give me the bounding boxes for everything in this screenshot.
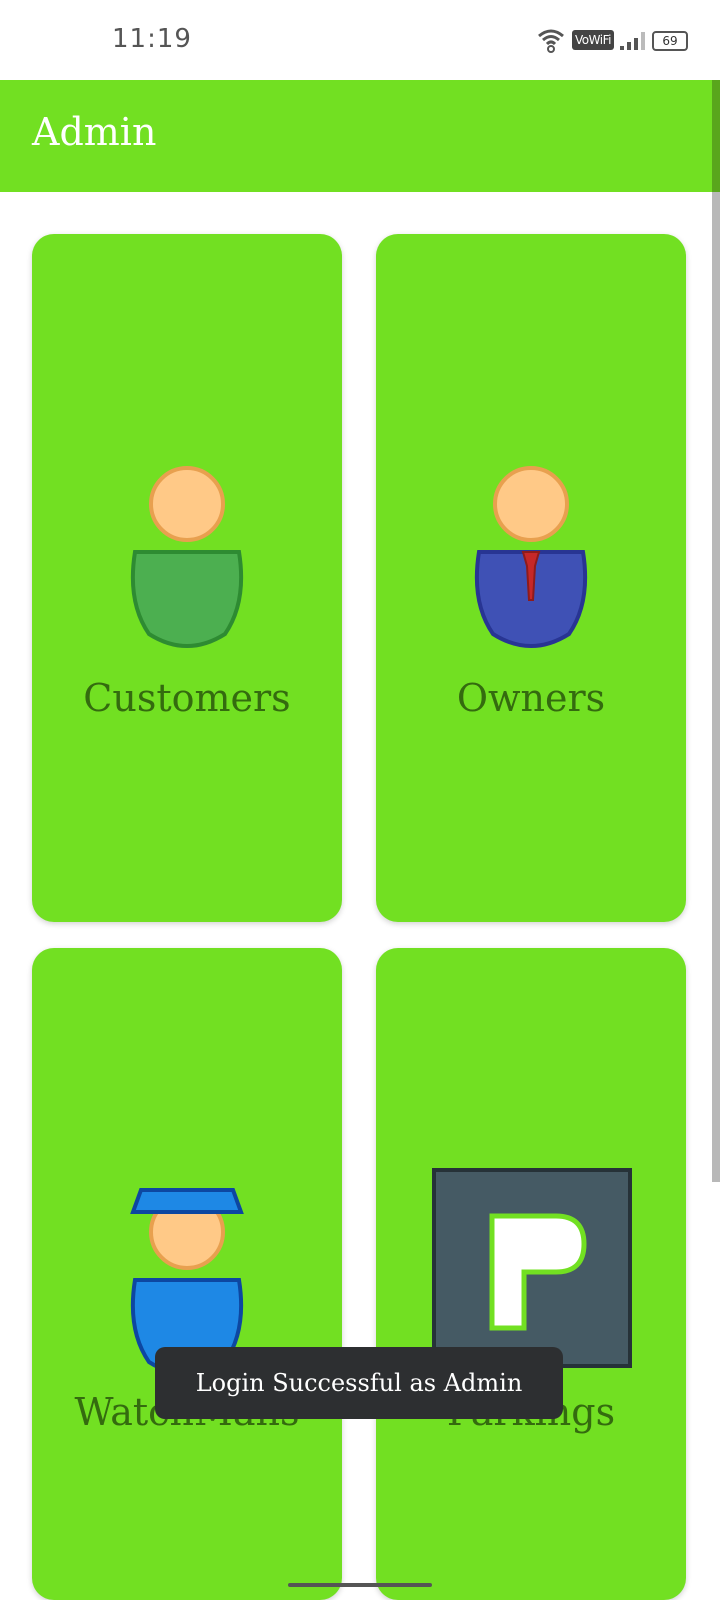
toast-message: Login Successful as Admin [155,1347,563,1419]
status-icons: VoWiFi 69 [536,26,696,56]
parking-icon [432,1168,632,1368]
owner-icon [474,466,588,648]
app-bar-edge [712,80,720,192]
customer-icon [130,466,244,648]
customers-label: Customers [83,676,291,720]
wifi-icon [538,29,564,53]
scrollbar[interactable] [712,192,720,1182]
signal-icon [620,32,645,50]
page-title: Admin [32,110,157,154]
vowifi-badge: VoWiFi [572,30,614,50]
owners-label: Owners [456,676,606,720]
battery-indicator: 69 [652,31,688,51]
watchmans-card[interactable]: WatchMans [32,948,342,1600]
status-time: 11:19 [112,24,192,54]
owners-card[interactable]: Owners [376,234,686,922]
status-bar: 11:19 VoWiFi 69 [0,0,720,80]
parkings-card[interactable]: Parkings [376,948,686,1600]
customers-card[interactable]: Customers [32,234,342,922]
app-bar: Admin [0,80,720,192]
gesture-nav-handle[interactable] [288,1583,432,1587]
